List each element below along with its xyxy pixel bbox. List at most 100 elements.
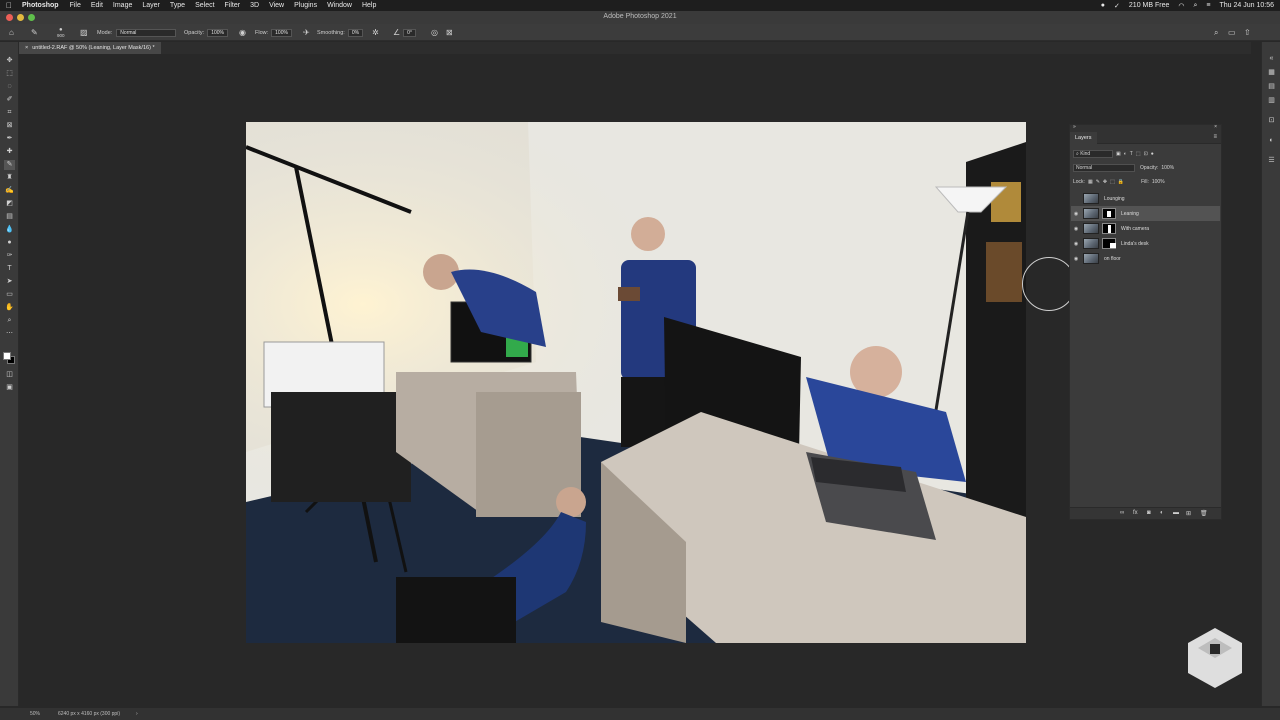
move-tool-icon[interactable]: ✥: [4, 56, 15, 66]
filter-shape-icon[interactable]: ⬚: [1136, 151, 1141, 157]
hand-tool-icon[interactable]: ✋: [4, 303, 15, 313]
menu-file[interactable]: File: [65, 2, 86, 9]
adjustment-layer-icon[interactable]: ◐: [1160, 510, 1164, 516]
foreground-color-swatch[interactable]: [3, 352, 11, 360]
eye-icon[interactable]: ◉: [1071, 211, 1081, 217]
document-tab[interactable]: × untitled-2.RAF @ 50% (Leaning, Layer M…: [19, 42, 161, 54]
adjustments-panel-icon[interactable]: ◐: [1267, 136, 1276, 145]
new-layer-icon[interactable]: ⊞: [1186, 510, 1191, 517]
menu-view[interactable]: View: [264, 2, 289, 9]
pen-tool-icon[interactable]: ✑: [4, 251, 15, 261]
filter-toggle-icon[interactable]: ●: [1151, 151, 1154, 157]
workspace-icon[interactable]: ▭: [1228, 24, 1236, 41]
filter-smart-object-icon[interactable]: ⊡: [1144, 151, 1148, 157]
menu-3d[interactable]: 3D: [245, 2, 264, 9]
layer-mask-thumbnail[interactable]: [1102, 223, 1116, 234]
gradients-panel-icon[interactable]: ▥: [1267, 96, 1276, 105]
menu-clock[interactable]: Thu 24 Jun 10:56: [1220, 2, 1275, 9]
brush-preset-picker[interactable]: ● 900: [57, 24, 65, 41]
layer-mask-thumbnail[interactable]: [1102, 208, 1116, 219]
menu-image[interactable]: Image: [108, 2, 137, 9]
blur-tool-icon[interactable]: 💧: [4, 225, 15, 235]
mode-select[interactable]: Normal: [116, 28, 177, 37]
collapse-dock-icon[interactable]: «: [1267, 54, 1276, 63]
layer-row[interactable]: ◉ With camera: [1071, 221, 1220, 236]
panel-menu-icon[interactable]: ≡: [1213, 134, 1217, 140]
more-tools-icon[interactable]: ⋯: [4, 329, 15, 339]
panel-header[interactable]: » ×: [1070, 124, 1221, 132]
memory-status[interactable]: 210 MB Free: [1129, 2, 1169, 9]
canvas-image[interactable]: [246, 122, 1026, 643]
properties-panel-icon[interactable]: ☰: [1267, 156, 1276, 165]
control-center-icon[interactable]: ≡: [1206, 2, 1210, 9]
brush-tool-icon[interactable]: ✎: [31, 24, 38, 41]
crop-tool-icon[interactable]: ⌗: [4, 108, 15, 118]
healing-brush-tool-icon[interactable]: ✚: [4, 147, 15, 157]
zoom-level[interactable]: 50%: [30, 711, 40, 717]
fill-value[interactable]: 100%: [1152, 179, 1165, 185]
filter-type-icon[interactable]: T: [1130, 151, 1133, 157]
symmetry-icon[interactable]: ⊠: [446, 24, 453, 41]
link-layers-icon[interactable]: ∞: [1120, 510, 1124, 516]
lasso-tool-icon[interactable]: ◌: [4, 82, 15, 92]
dodge-tool-icon[interactable]: ●: [4, 238, 15, 248]
eraser-tool-icon[interactable]: ◩: [4, 199, 15, 209]
eye-icon[interactable]: ◉: [1071, 241, 1081, 247]
menu-layer[interactable]: Layer: [137, 2, 165, 9]
app-menu[interactable]: Photoshop: [18, 2, 65, 9]
layer-name[interactable]: Leaning: [1121, 211, 1139, 217]
lock-transparency-icon[interactable]: ▦: [1088, 179, 1093, 185]
status-menu-icon[interactable]: ›: [136, 711, 138, 717]
brush-tool-icon[interactable]: ✎: [4, 160, 15, 170]
quick-select-tool-icon[interactable]: ✐: [4, 95, 15, 105]
share-icon[interactable]: ⇧: [1244, 24, 1251, 41]
layer-style-icon[interactable]: fx: [1133, 510, 1138, 516]
airbrush-icon[interactable]: ✈: [303, 28, 310, 37]
layer-row[interactable]: ◉ on floor: [1071, 251, 1220, 266]
eye-icon[interactable]: ◉: [1071, 256, 1081, 262]
filter-pixel-icon[interactable]: ▣: [1116, 151, 1121, 157]
lock-artboard-icon[interactable]: ⬚: [1110, 179, 1115, 185]
close-panel-icon[interactable]: ×: [1214, 124, 1217, 130]
new-group-icon[interactable]: ▬: [1173, 510, 1179, 516]
filter-kind-select[interactable]: ⌕ Kind: [1073, 150, 1113, 158]
eye-icon[interactable]: ◉: [1071, 226, 1081, 232]
layer-opacity-value[interactable]: 100%: [1161, 165, 1174, 171]
pressure-opacity-icon[interactable]: ◉: [239, 28, 246, 37]
flow-field[interactable]: 100%: [271, 28, 292, 37]
layer-row[interactable]: Lounging: [1071, 191, 1220, 206]
history-brush-tool-icon[interactable]: ✍: [4, 186, 15, 196]
filter-adjustment-icon[interactable]: ◐: [1124, 151, 1127, 157]
eyedropper-tool-icon[interactable]: ✒: [4, 134, 15, 144]
screen-mode-icon[interactable]: ▣: [4, 383, 15, 393]
check-circle-icon[interactable]: ✓: [1114, 2, 1120, 10]
gradient-tool-icon[interactable]: ▤: [4, 212, 15, 222]
opacity-field[interactable]: 100%: [207, 28, 228, 37]
search-icon[interactable]: ⌕: [1193, 2, 1197, 10]
home-icon[interactable]: ⌂: [9, 24, 14, 41]
quick-mask-icon[interactable]: ◫: [4, 370, 15, 380]
layer-mask-thumbnail[interactable]: [1102, 238, 1116, 249]
smoothing-options-icon[interactable]: ✲: [372, 28, 379, 37]
layer-row-selected[interactable]: ◉ Leaning: [1071, 206, 1220, 221]
delete-layer-icon[interactable]: 🗑: [1200, 510, 1208, 517]
pressure-size-icon[interactable]: ◎: [431, 24, 438, 41]
frame-tool-icon[interactable]: ⊠: [4, 121, 15, 131]
status-dot-icon[interactable]: ●: [1101, 2, 1105, 9]
menu-plugins[interactable]: Plugins: [289, 2, 322, 9]
libraries-panel-icon[interactable]: ⊡: [1267, 116, 1276, 125]
blend-mode-select[interactable]: Normal: [1073, 164, 1135, 172]
shape-tool-icon[interactable]: ▭: [4, 290, 15, 300]
path-select-tool-icon[interactable]: ➤: [4, 277, 15, 287]
menu-window[interactable]: Window: [322, 2, 357, 9]
lock-all-icon[interactable]: 🔒: [1118, 179, 1124, 185]
menu-help[interactable]: Help: [357, 2, 381, 9]
apple-icon[interactable]: : [0, 1, 18, 10]
menu-type[interactable]: Type: [165, 2, 190, 9]
swatches-panel-icon[interactable]: ▤: [1267, 82, 1276, 91]
close-tab-icon[interactable]: ×: [25, 45, 28, 51]
collapse-icon[interactable]: »: [1073, 124, 1076, 130]
marquee-tool-icon[interactable]: ⬚: [4, 69, 15, 79]
layer-name[interactable]: Linda's desk: [1121, 241, 1149, 247]
layer-name[interactable]: on floor: [1104, 256, 1121, 262]
